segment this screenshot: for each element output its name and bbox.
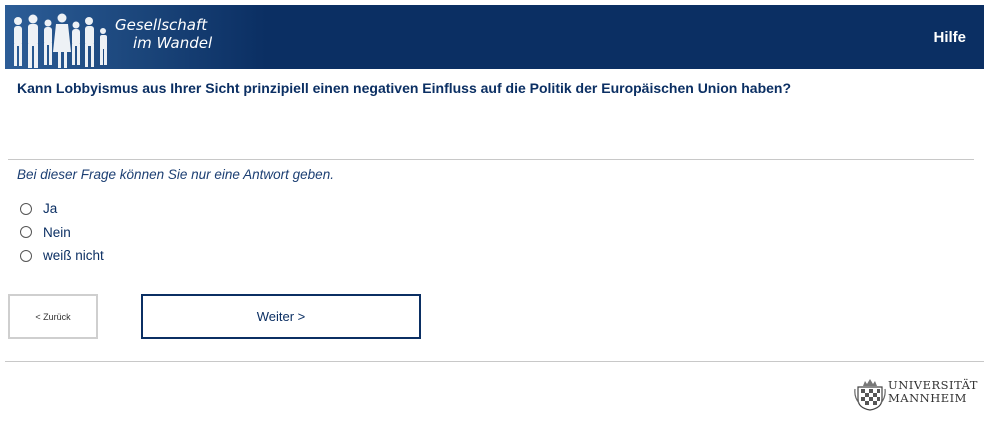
help-link[interactable]: Hilfe [933, 29, 966, 46]
brand-line-2: im Wandel [133, 34, 213, 52]
divider-top [8, 159, 974, 160]
university-name-line-2: MANNHEIM [888, 391, 967, 405]
crest-icon [854, 379, 886, 411]
option-label: Nein [43, 224, 71, 240]
brand-title: Gesellschaft im Wandel [115, 16, 212, 52]
header-banner: Gesellschaft im Wandel Hilfe [5, 5, 984, 69]
back-button[interactable]: < Zurück [8, 294, 98, 339]
radio-button[interactable] [20, 202, 32, 215]
option-weiss-nicht[interactable]: weiß nicht [20, 244, 104, 268]
radio-button[interactable] [20, 249, 32, 262]
divider-bottom [5, 361, 984, 362]
option-label: weiß nicht [43, 248, 104, 264]
university-logo: UNIVERSITÄT MANNHEIM [850, 375, 990, 415]
radio-button[interactable] [20, 226, 32, 239]
option-ja[interactable]: Ja [20, 197, 104, 221]
brand-line-1: Gesellschaft [115, 16, 208, 34]
next-button[interactable]: Weiter > [141, 294, 421, 339]
option-nein[interactable]: Nein [20, 221, 104, 245]
answer-options: Ja Nein weiß nicht [20, 197, 104, 268]
university-name: UNIVERSITÄT MANNHEIM [888, 379, 978, 405]
option-label: Ja [43, 201, 58, 217]
people-silhouettes-logo [14, 13, 107, 68]
question-text: Kann Lobbyismus aus Ihrer Sicht prinzipi… [17, 80, 792, 96]
answer-hint: Bei dieser Frage können Sie nur eine Ant… [17, 167, 334, 182]
